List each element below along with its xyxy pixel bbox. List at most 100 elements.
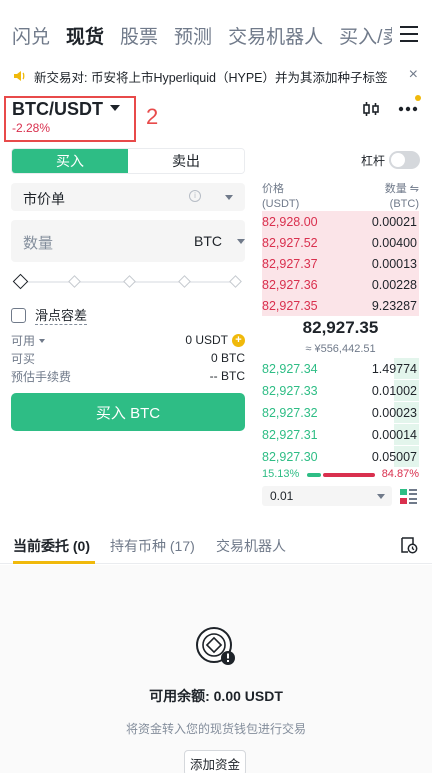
- can-buy-value: 0 BTC: [210, 351, 245, 365]
- active-tab-underline: [13, 561, 95, 564]
- fiat-price: ≈ ¥556,442.51: [305, 343, 376, 355]
- slider-handle[interactable]: [12, 273, 29, 290]
- slider-stop-75[interactable]: [178, 275, 191, 288]
- tab-open-orders[interactable]: 当前委托 (0): [13, 536, 90, 556]
- bid-row[interactable]: 82,927.32 0.00023: [262, 402, 419, 423]
- buy-sell-toggle: 买入 卖出: [11, 148, 245, 174]
- bid-price: 82,927.30: [262, 449, 318, 464]
- ask-price: 82,927.37: [262, 256, 318, 271]
- qty-header[interactable]: 数量 ⇋: [385, 182, 419, 197]
- bid-row[interactable]: 82,927.31 0.00014: [262, 424, 419, 445]
- chevron-down-icon: [39, 339, 46, 344]
- precision-select[interactable]: 0.01: [262, 486, 392, 506]
- can-buy-label: 可买: [11, 351, 36, 366]
- ask-row[interactable]: 82,927.36 0.00228: [262, 274, 419, 295]
- quantity-unit-select[interactable]: BTC: [194, 233, 222, 249]
- sell-ratio: 84.87%: [381, 468, 419, 480]
- ask-quantity: 0.00400: [371, 235, 417, 250]
- slippage-checkbox[interactable]: [11, 307, 26, 323]
- book-layout-icon[interactable]: [400, 488, 417, 505]
- chevron-down-icon: [237, 239, 245, 244]
- buy-tab[interactable]: 买入: [12, 149, 128, 173]
- tab-holdings[interactable]: 持有币种 (17): [110, 536, 195, 556]
- ask-price: 82,927.36: [262, 277, 318, 292]
- candlestick-chart-icon[interactable]: [362, 100, 380, 118]
- slider-stop-100[interactable]: [229, 275, 242, 288]
- pair-selector[interactable]: BTC/USDT: [12, 99, 103, 120]
- chevron-down-icon: [225, 195, 233, 200]
- price-header: 价格: [262, 183, 284, 195]
- more-icon[interactable]: [398, 106, 418, 112]
- nav-tab-spot[interactable]: 现货: [66, 22, 104, 49]
- amount-slider[interactable]: [12, 273, 242, 290]
- chevron-down-icon: [377, 494, 385, 499]
- ask-row[interactable]: 82,927.37 0.00013: [262, 253, 419, 274]
- empty-orders-icon: [196, 627, 235, 665]
- quantity-placeholder: 数量: [23, 235, 54, 252]
- margin-toggle[interactable]: [389, 151, 420, 169]
- bid-quantity: 0.00014: [371, 427, 417, 442]
- add-funds-plus-icon[interactable]: +: [232, 333, 245, 347]
- quantity-input[interactable]: 数量 BTC: [11, 220, 245, 262]
- ask-quantity: 9.23287: [371, 298, 417, 313]
- ask-price: 82,928.00: [262, 214, 318, 229]
- close-icon[interactable]: ×: [409, 66, 418, 84]
- slider-stop-50[interactable]: [123, 275, 136, 288]
- sell-tab[interactable]: 卖出: [128, 149, 244, 173]
- bid-row[interactable]: 82,927.34 1.49774: [262, 358, 419, 379]
- buy-sell-ratio: 15.13% 84.87%: [262, 468, 419, 482]
- last-price[interactable]: 82,927.35: [262, 318, 419, 338]
- fee-value: -- BTC: [209, 369, 245, 383]
- toggle-knob: [391, 153, 405, 167]
- ask-price: 82,927.52: [262, 235, 318, 250]
- order-type-select[interactable]: 市价单 i: [11, 183, 245, 211]
- order-history-icon[interactable]: [400, 536, 418, 554]
- bid-quantity: 0.05007: [371, 449, 417, 464]
- ask-row[interactable]: 82,927.35 9.23287: [262, 295, 419, 316]
- bottom-tabs: 当前委托 (0) 持有币种 (17) 交易机器人: [0, 528, 432, 564]
- slider-stop-25[interactable]: [68, 275, 81, 288]
- nav-tab-stocks[interactable]: 股票: [120, 22, 158, 49]
- can-buy-row: 可买 0 BTC: [11, 350, 245, 366]
- ask-price: 82,927.35: [262, 298, 318, 313]
- transfer-hint: 将资金转入您的现货钱包进行交易: [125, 722, 306, 736]
- chevron-down-icon[interactable]: [110, 105, 120, 111]
- buy-btc-button[interactable]: 买入 BTC: [11, 393, 245, 431]
- bid-quantity: 0.01002: [371, 383, 417, 398]
- order-type-value: 市价单: [23, 191, 65, 207]
- bid-row[interactable]: 82,927.33 0.01002: [262, 380, 419, 401]
- price-change: -2.28%: [12, 121, 51, 135]
- slippage-option[interactable]: 滑点容差: [11, 305, 88, 325]
- nav-tab-convert[interactable]: 闪兑: [12, 22, 50, 49]
- nav-tab-buy-sell[interactable]: 买入/卖出: [339, 22, 392, 49]
- margin-label: 杠杆: [361, 154, 386, 168]
- info-icon[interactable]: i: [189, 190, 201, 202]
- ask-row[interactable]: 82,928.00 0.00021: [262, 211, 419, 232]
- available-value: 0 USDT: [185, 333, 228, 347]
- available-label-wrap[interactable]: 可用: [11, 332, 46, 349]
- nav-tab-bots[interactable]: 交易机器人: [228, 22, 323, 49]
- bid-price: 82,927.33: [262, 383, 318, 398]
- bid-price: 82,927.32: [262, 405, 318, 420]
- menu-icon[interactable]: [400, 26, 418, 42]
- bid-price: 82,927.31: [262, 427, 318, 442]
- bid-price: 82,927.34: [262, 361, 318, 376]
- empty-state-area: [0, 565, 432, 773]
- announcement-bar[interactable]: 新交易对: 币安将上市Hyperliquid（HYPE）并为其添加种子标签 ×: [0, 62, 432, 90]
- annotation-number: 2: [146, 104, 159, 129]
- buy-ratio: 15.13%: [262, 468, 300, 480]
- add-funds-button[interactable]: 添加资金: [184, 750, 246, 773]
- ask-quantity: 0.00228: [371, 277, 417, 292]
- qty-unit: (BTC): [389, 198, 419, 210]
- price-unit: (USDT): [262, 198, 300, 210]
- bid-quantity: 0.00023: [371, 405, 417, 420]
- available-label: 可用: [11, 333, 36, 348]
- tab-trading-bots[interactable]: 交易机器人: [216, 536, 286, 556]
- slippage-label: 滑点容差: [35, 305, 88, 325]
- fee-row: 预估手续费 -- BTC: [11, 368, 245, 384]
- bid-row[interactable]: 82,927.30 0.05007: [262, 446, 419, 467]
- top-nav: 闪兑 现货 股票 预测 交易机器人 买入/卖出: [0, 0, 432, 70]
- nav-tab-predict[interactable]: 预测: [174, 22, 212, 49]
- ask-row[interactable]: 82,927.52 0.00400: [262, 232, 419, 253]
- available-row: 可用 0 USDT +: [11, 332, 245, 348]
